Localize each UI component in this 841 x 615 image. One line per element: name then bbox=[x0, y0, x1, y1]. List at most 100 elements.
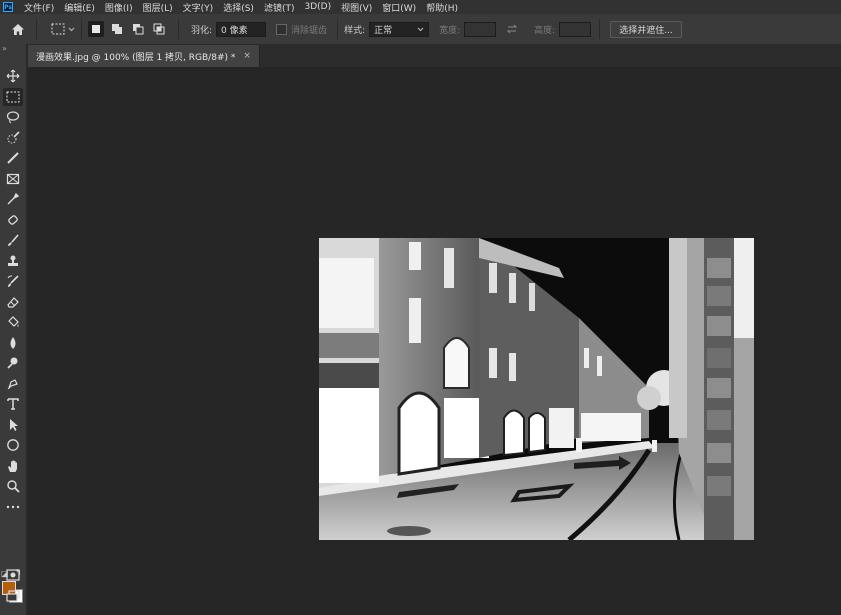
lasso-tool[interactable] bbox=[3, 108, 23, 126]
marquee-preset-icon bbox=[51, 23, 65, 35]
menu-layer[interactable]: 图层(L) bbox=[138, 1, 178, 14]
eyedropper-tool[interactable] bbox=[3, 190, 23, 208]
history-brush-tool[interactable] bbox=[3, 272, 23, 290]
eyedropper-brush-icon bbox=[7, 152, 19, 164]
new-selection-button[interactable] bbox=[88, 21, 104, 37]
new-selection-icon bbox=[92, 25, 100, 33]
menu-type[interactable]: 文字(Y) bbox=[178, 1, 219, 14]
antialias-checkbox[interactable] bbox=[276, 23, 288, 35]
chevron-down-icon bbox=[417, 27, 424, 31]
photoshop-logo[interactable]: Ps bbox=[3, 2, 13, 12]
height-label: 高度: bbox=[534, 25, 556, 36]
eyedropper-icon bbox=[7, 192, 20, 205]
screen-mode-button[interactable] bbox=[3, 587, 23, 605]
document-image[interactable] bbox=[319, 238, 754, 540]
blur-tool[interactable] bbox=[3, 334, 23, 352]
object-selection-tool[interactable] bbox=[3, 149, 23, 167]
tool-preset-picker[interactable] bbox=[51, 23, 75, 35]
pen-icon bbox=[7, 379, 18, 390]
menu-file[interactable]: 文件(F) bbox=[19, 1, 59, 14]
menu-window[interactable]: 窗口(W) bbox=[377, 1, 421, 14]
dodge-tool[interactable] bbox=[3, 354, 23, 372]
frame-tool[interactable] bbox=[3, 170, 23, 188]
feather-label: 羽化: bbox=[191, 25, 213, 36]
divider bbox=[178, 19, 179, 39]
clone-stamp-icon bbox=[8, 255, 18, 266]
path-selection-icon bbox=[10, 419, 18, 431]
feather-input[interactable]: 0 像素 bbox=[216, 21, 267, 37]
type-tool[interactable] bbox=[3, 395, 23, 413]
divider bbox=[337, 19, 339, 39]
menu-3d[interactable]: 3D(D) bbox=[299, 2, 336, 12]
quick-selection-icon bbox=[7, 131, 20, 144]
home-icon[interactable] bbox=[6, 17, 30, 41]
document-tab[interactable]: 漫画效果.jpg @ 100% (图层 1 拷贝, RGB/8#) * × bbox=[28, 45, 260, 67]
style-select-value: 正常 bbox=[374, 25, 393, 36]
document-tab-bar: 漫画效果.jpg @ 100% (图层 1 拷贝, RGB/8#) * × bbox=[28, 45, 841, 67]
move-tool[interactable] bbox=[3, 67, 23, 85]
dodge-icon bbox=[7, 357, 18, 369]
subtract-from-selection-button[interactable] bbox=[130, 21, 146, 37]
menu-filter[interactable]: 滤镜(T) bbox=[259, 1, 300, 14]
add-selection-icon bbox=[112, 24, 122, 34]
divider bbox=[599, 19, 601, 39]
style-select[interactable]: 正常 bbox=[369, 21, 430, 37]
options-bar: 羽化: 0 像素 消除锯齿 样式: 正常 宽度: 高度: 选择并遮住... bbox=[0, 14, 841, 45]
menu-bar: Ps 文件(F) 编辑(E) 图像(I) 图层(L) 文字(Y) 选择(S) 滤… bbox=[0, 0, 841, 14]
quick-mask-icon bbox=[6, 569, 20, 581]
type-icon bbox=[7, 398, 19, 410]
inverted-street-photo bbox=[319, 238, 754, 540]
menu-edit[interactable]: 编辑(E) bbox=[59, 1, 100, 14]
brush-tool[interactable] bbox=[3, 231, 23, 249]
divider bbox=[36, 19, 37, 39]
subtract-selection-icon bbox=[133, 24, 144, 35]
paint-bucket-tool[interactable] bbox=[3, 313, 23, 331]
pen-tool[interactable] bbox=[3, 375, 23, 393]
clone-stamp-tool[interactable] bbox=[3, 252, 23, 270]
canvas-area[interactable] bbox=[28, 67, 841, 615]
chevron-down-icon bbox=[68, 27, 75, 31]
frame-icon bbox=[6, 173, 20, 185]
ellipse-tool[interactable] bbox=[3, 436, 23, 454]
more-icon bbox=[6, 505, 20, 509]
healing-brush-tool[interactable] bbox=[3, 211, 23, 229]
quick-selection-tool[interactable] bbox=[3, 129, 23, 147]
eraser-tool[interactable] bbox=[3, 293, 23, 311]
collapse-panel-icon[interactable]: » bbox=[2, 44, 7, 53]
zoom-icon bbox=[7, 480, 20, 493]
history-brush-icon bbox=[7, 275, 19, 287]
menu-help[interactable]: 帮助(H) bbox=[421, 1, 463, 14]
screen-mode-icon bbox=[6, 590, 20, 602]
height-input[interactable] bbox=[559, 21, 592, 37]
zoom-tool[interactable] bbox=[3, 477, 23, 495]
move-icon bbox=[6, 69, 20, 83]
select-and-mask-button[interactable]: 选择并遮住... bbox=[610, 20, 682, 38]
antialias-label: 消除锯齿 bbox=[291, 25, 328, 36]
ellipse-icon bbox=[7, 439, 19, 451]
intersect-selection-button[interactable] bbox=[151, 21, 167, 37]
eraser-icon bbox=[7, 297, 19, 308]
blur-icon bbox=[10, 337, 16, 349]
menu-select[interactable]: 选择(S) bbox=[218, 1, 259, 14]
menu-image[interactable]: 图像(I) bbox=[100, 1, 138, 14]
edit-toolbar-button[interactable] bbox=[3, 498, 23, 516]
intersect-selection-icon bbox=[153, 23, 165, 35]
close-icon[interactable]: × bbox=[243, 51, 251, 61]
rectangular-marquee-tool[interactable] bbox=[3, 88, 23, 106]
width-input[interactable] bbox=[464, 21, 497, 37]
document-tab-title: 漫画效果.jpg @ 100% (图层 1 拷贝, RGB/8#) * bbox=[36, 52, 236, 63]
style-label: 样式: bbox=[344, 25, 366, 36]
add-to-selection-button[interactable] bbox=[109, 21, 125, 37]
hand-tool[interactable] bbox=[3, 457, 23, 475]
lasso-icon bbox=[6, 111, 20, 124]
hand-icon bbox=[8, 460, 17, 472]
brush-icon bbox=[8, 234, 19, 246]
divider bbox=[81, 19, 82, 39]
menu-view[interactable]: 视图(V) bbox=[336, 1, 377, 14]
paint-bucket-icon bbox=[8, 316, 19, 327]
quick-mask-button[interactable] bbox=[3, 566, 23, 584]
path-selection-tool[interactable] bbox=[3, 416, 23, 434]
healing-brush-icon bbox=[8, 215, 18, 225]
tools-panel: » ◪ ↰ bbox=[0, 44, 27, 615]
swap-dimensions-icon[interactable] bbox=[506, 24, 518, 34]
